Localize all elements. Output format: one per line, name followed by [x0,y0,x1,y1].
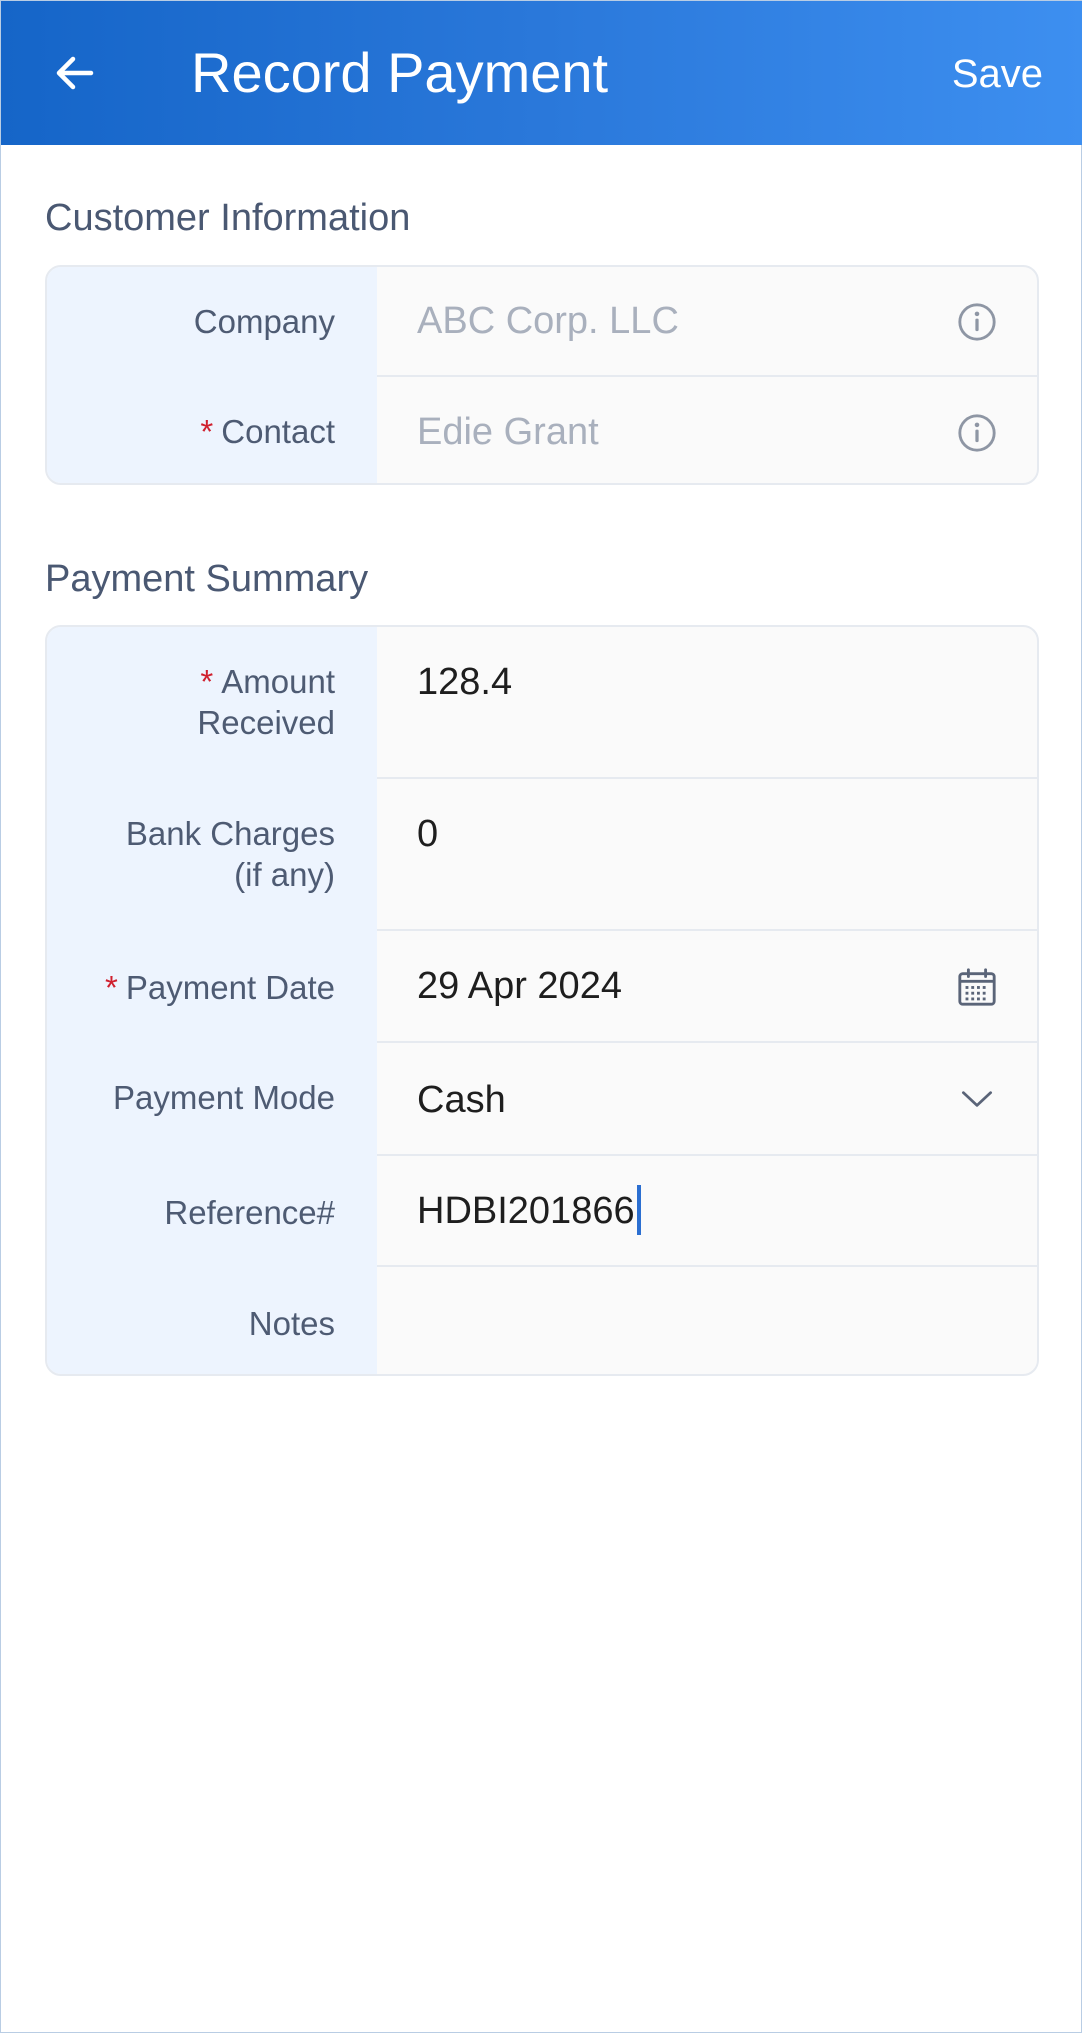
text-cursor [636,1184,641,1235]
notes-label: Notes [248,1305,335,1342]
info-icon[interactable] [955,300,999,344]
payment-date-picker[interactable]: 29 Apr 2024 [377,931,1037,1043]
company-value: ABC Corp. LLC [417,300,679,342]
amount-received-input[interactable]: 128.4 [377,627,1037,779]
arrow-left-icon [56,56,94,90]
section-title-customer-information: Customer Information [45,197,411,239]
payment-mode-label: Payment Mode [113,1079,335,1116]
payment-mode-row: Payment Mode Cash [47,1043,1037,1156]
amount-received-value: 128.4 [417,661,513,703]
page-title: Record Payment [191,41,609,104]
company-row: Company ABC Corp. LLC [47,267,1037,377]
reference-input[interactable]: HDBI201866 [377,1156,1037,1267]
bank-charges-label: Bank Charges (if any) [125,815,335,893]
app-bar: Record Payment Save [1,1,1082,145]
reference-row: Reference# HDBI201866 [47,1156,1037,1267]
required-marker: * [200,413,214,450]
required-marker: * [105,969,118,1006]
bank-charges-value: 0 [417,813,439,855]
info-icon[interactable] [955,411,999,455]
chevron-down-icon[interactable] [955,1077,999,1121]
contact-row: * Contact Edie Grant [47,377,1037,483]
record-payment-screen: Record Payment Save Customer Information… [0,0,1082,2033]
notes-row: Notes [47,1267,1037,1374]
customer-information-card: Company ABC Corp. LLC * Contact Edie Gran… [45,265,1039,485]
company-field[interactable]: ABC Corp. LLC [377,267,1037,377]
reference-label: Reference# [164,1194,335,1231]
company-label: Company [193,303,335,340]
save-button[interactable]: Save [952,49,1043,99]
payment-mode-value: Cash [417,1079,506,1121]
notes-input[interactable] [377,1267,1037,1374]
section-title-payment-summary: Payment Summary [45,558,369,600]
required-marker: * [200,663,214,700]
amount-received-row: * Amount Received 128.4 [47,627,1037,779]
payment-summary-card: * Amount Received 128.4 Bank Charges (if … [45,625,1039,1376]
amount-received-label: * Amount Received [197,663,335,741]
bank-charges-row: Bank Charges (if any) 0 [47,779,1037,931]
back-button[interactable] [45,43,105,103]
contact-label: * Contact [200,413,335,450]
contact-value: Edie Grant [417,411,599,453]
calendar-icon[interactable] [955,965,999,1009]
bank-charges-input[interactable]: 0 [377,779,1037,931]
payment-date-row: * Payment Date 29 Apr 2024 [47,931,1037,1043]
contact-field[interactable]: Edie Grant [377,377,1037,483]
payment-mode-select[interactable]: Cash [377,1043,1037,1156]
payment-date-label: * Payment Date [105,969,335,1006]
payment-date-value: 29 Apr 2024 [417,965,622,1007]
reference-value: HDBI201866 [417,1190,635,1232]
